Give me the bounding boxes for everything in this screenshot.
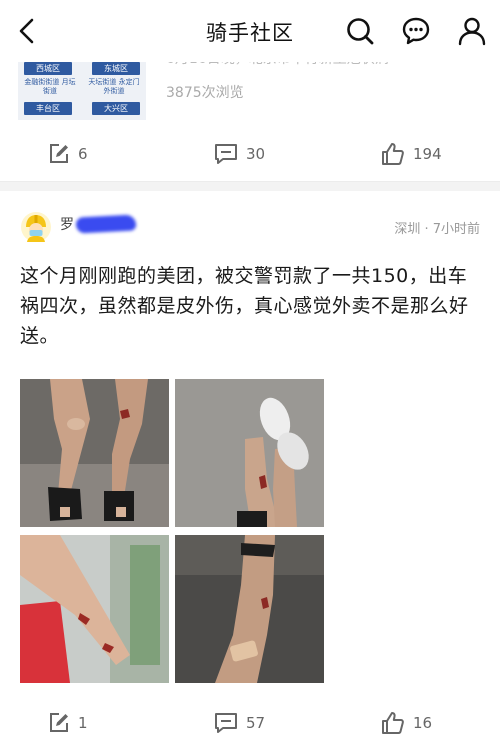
edit-icon <box>50 713 68 732</box>
post-photo[interactable] <box>20 379 169 527</box>
injured-arm-photo <box>20 535 169 683</box>
reply-button[interactable]: 30 <box>214 134 265 174</box>
map-district-label: 丰台区 <box>24 102 72 115</box>
thumbs-up-icon <box>382 712 404 734</box>
injured-knees-photo <box>20 379 169 527</box>
top-bar: 骑手社区 <box>0 0 500 62</box>
edit-icon <box>50 144 68 163</box>
post-actions: 1 57 16 <box>0 703 500 743</box>
map-district-label: 西城区 <box>24 62 72 75</box>
comment-button[interactable]: 6 <box>48 134 88 174</box>
injured-legs-sneakers-photo <box>175 379 324 527</box>
map-district-label: 大兴区 <box>92 102 140 115</box>
post-photo[interactable] <box>20 535 169 683</box>
previous-post-views: 3875次浏览 <box>166 85 244 101</box>
thumbs-up-icon <box>382 143 404 165</box>
messages-button[interactable] <box>399 14 433 48</box>
rider-avatar-icon <box>21 212 51 242</box>
message-icon <box>215 713 237 733</box>
comment-count: 1 <box>78 714 88 732</box>
post-body: 这个月刚刚跑的美团，被交警罚款了一共150，出车祸四次，虽然都是皮外伤，真心感觉… <box>20 265 469 347</box>
reply-button[interactable]: 57 <box>214 703 265 743</box>
message-icon <box>215 144 237 164</box>
like-button[interactable]: 16 <box>381 703 432 743</box>
search-button[interactable] <box>343 14 377 48</box>
comment-button[interactable]: 1 <box>48 703 88 743</box>
post-location-time: 深圳 · 7小时前 <box>394 222 480 237</box>
rider-community-page: 西城区 东城区 金融街街道 月坛街道 天坛街道 永定门外街道 丰台区 大兴区 6… <box>0 0 500 755</box>
user-icon <box>458 17 486 46</box>
section-divider <box>0 181 500 191</box>
reply-count: 57 <box>246 714 266 732</box>
map-district-label: 东城区 <box>92 62 140 75</box>
avatar[interactable] <box>20 211 52 243</box>
map-street-label: 天坛街道 永定门外街道 <box>88 78 140 95</box>
reply-count: 30 <box>246 145 266 163</box>
chat-icon <box>402 17 430 45</box>
author-name-text: 罗 <box>60 217 74 233</box>
search-icon <box>347 18 374 45</box>
like-button[interactable]: 194 <box>381 134 442 174</box>
comment-count: 6 <box>78 145 88 163</box>
censor-mark <box>75 214 137 234</box>
previous-post-actions: 6 30 194 <box>0 134 500 174</box>
like-count: 16 <box>413 714 433 732</box>
post-photo[interactable] <box>175 379 324 527</box>
injured-leg-bandage-photo <box>175 535 324 683</box>
profile-button[interactable] <box>455 14 489 48</box>
author-name[interactable]: 罗 <box>60 214 137 234</box>
post-photo[interactable] <box>175 535 324 683</box>
map-street-label: 金融街街道 月坛街道 <box>24 78 76 95</box>
like-count: 194 <box>413 145 442 163</box>
